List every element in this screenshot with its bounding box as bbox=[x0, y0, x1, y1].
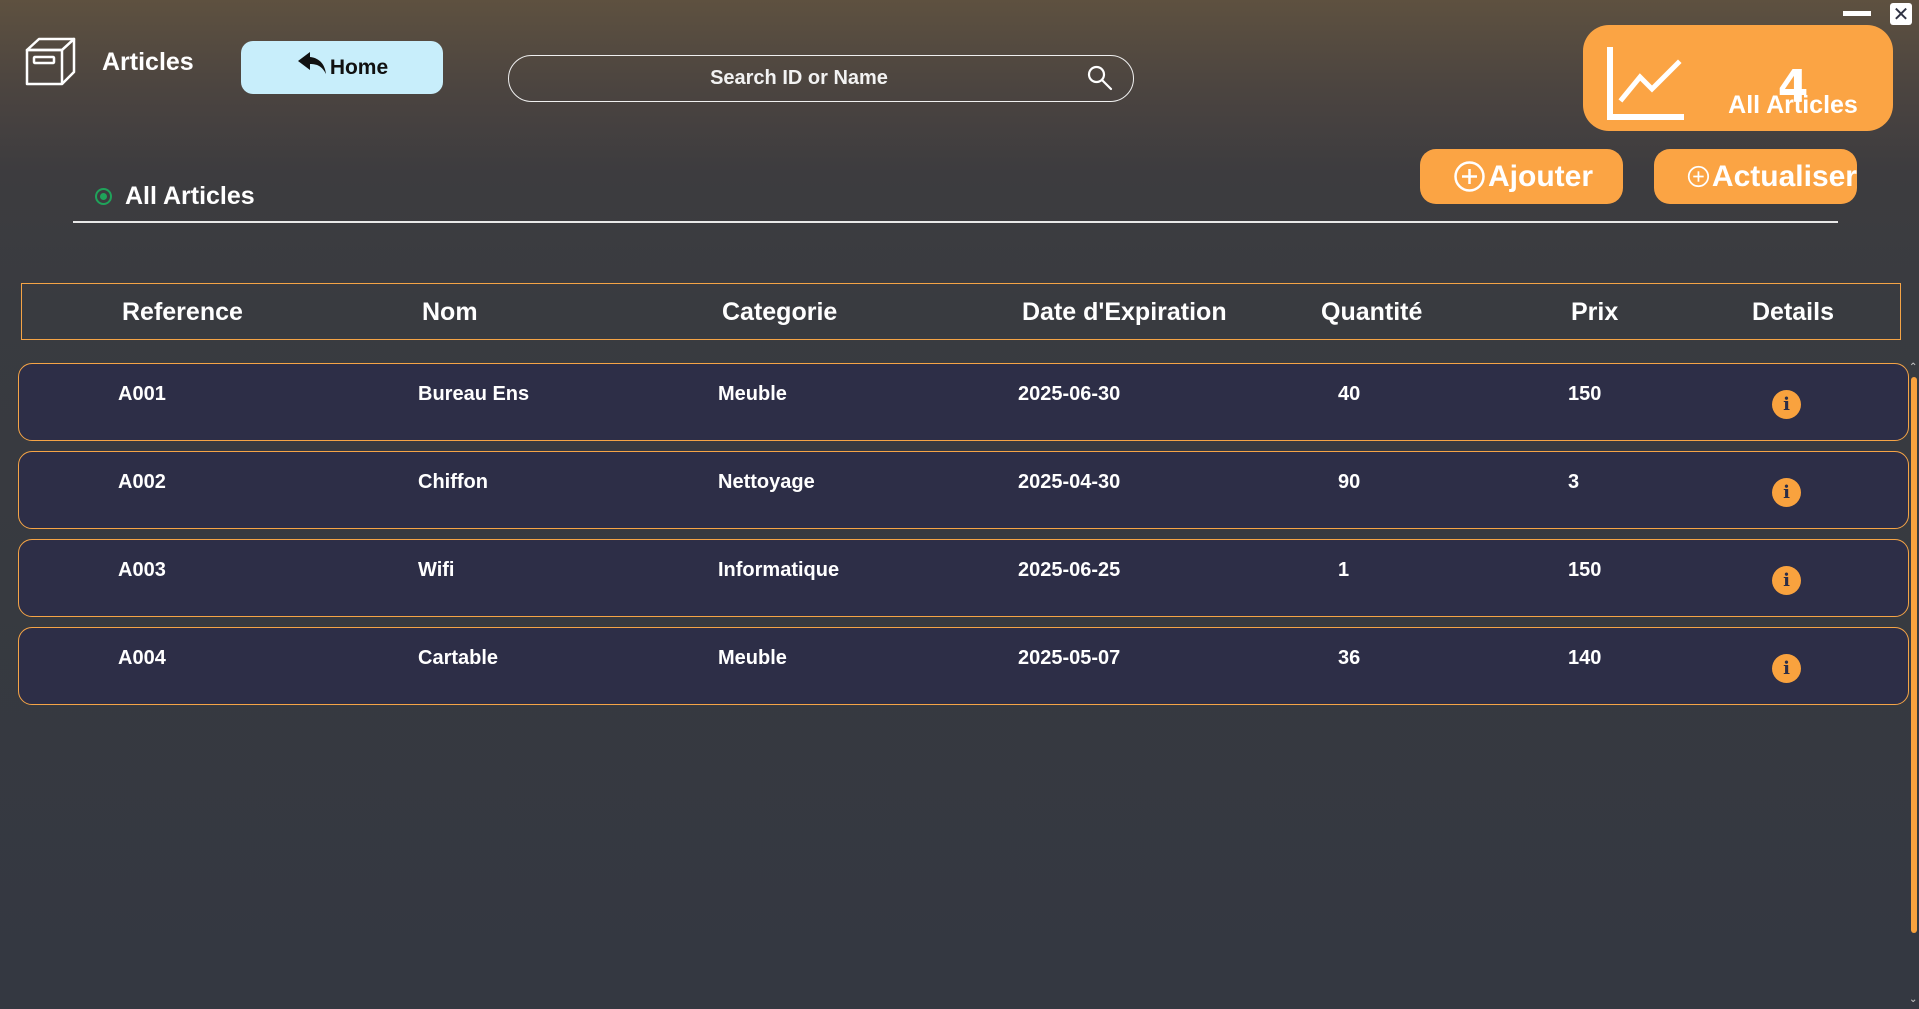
home-button[interactable]: Home bbox=[241, 41, 443, 94]
scrollbar[interactable]: ⌃ ⌄ bbox=[1909, 363, 1919, 1009]
cell-reference: A001 bbox=[118, 383, 166, 405]
cell-nom: Bureau Ens bbox=[418, 383, 530, 405]
cell-categorie: Informatique bbox=[718, 559, 840, 581]
cell-categorie: Meuble bbox=[718, 647, 787, 669]
table-row[interactable]: A004 Cartable Meuble 2025-05-07 36 140 i bbox=[18, 627, 1909, 705]
close-button[interactable]: ✕ bbox=[1890, 3, 1912, 25]
info-icon[interactable]: i bbox=[1772, 478, 1801, 507]
plus-circle-icon bbox=[1687, 165, 1710, 188]
cell-reference: A004 bbox=[118, 647, 166, 669]
cell-categorie: Meuble bbox=[718, 383, 787, 405]
table-row[interactable]: A001 Bureau Ens Meuble 2025-06-30 40 150… bbox=[18, 363, 1909, 441]
articles-count-label: All Articles bbox=[1728, 91, 1858, 119]
refresh-button[interactable]: Actualiser bbox=[1654, 149, 1857, 204]
cell-quantite: 40 bbox=[1338, 383, 1361, 405]
section-divider bbox=[73, 221, 1838, 223]
info-icon[interactable]: i bbox=[1772, 390, 1801, 419]
search-bar bbox=[508, 55, 1134, 102]
cell-date-expiration: 2025-06-30 bbox=[1018, 383, 1121, 405]
cell-prix: 140 bbox=[1568, 647, 1602, 669]
refresh-button-label: Actualiser bbox=[1711, 159, 1857, 193]
close-icon: ✕ bbox=[1892, 2, 1910, 26]
cell-nom: Chiffon bbox=[418, 471, 488, 493]
app-title: Articles bbox=[102, 48, 194, 76]
plus-circle-icon bbox=[1454, 161, 1485, 192]
column-header-prix: Prix bbox=[1571, 298, 1619, 326]
minimize-button[interactable] bbox=[1843, 11, 1871, 16]
column-header-nom: Nom bbox=[422, 298, 478, 326]
cell-quantite: 36 bbox=[1338, 647, 1361, 669]
cell-prix: 3 bbox=[1568, 471, 1580, 493]
column-header-categorie: Categorie bbox=[722, 298, 838, 326]
undo-arrow-icon bbox=[297, 51, 326, 74]
column-header-quantite: Quantité bbox=[1321, 298, 1423, 326]
table-header: Reference Nom Categorie Date d'Expiratio… bbox=[21, 283, 1901, 340]
cell-reference: A003 bbox=[118, 559, 166, 581]
scroll-down-icon[interactable]: ⌄ bbox=[1909, 995, 1919, 1005]
home-button-label: Home bbox=[329, 55, 389, 79]
info-icon[interactable]: i bbox=[1772, 566, 1801, 595]
line-chart-icon bbox=[1607, 47, 1684, 120]
cell-categorie: Nettoyage bbox=[718, 471, 815, 493]
cell-date-expiration: 2025-06-25 bbox=[1018, 559, 1121, 581]
cell-prix: 150 bbox=[1568, 383, 1602, 405]
cell-quantite: 90 bbox=[1338, 471, 1361, 493]
column-header-details: Details bbox=[1752, 298, 1834, 326]
cell-nom: Cartable bbox=[418, 647, 499, 669]
info-icon[interactable]: i bbox=[1772, 654, 1801, 683]
cell-quantite: 1 bbox=[1338, 559, 1350, 581]
search-icon[interactable] bbox=[1086, 64, 1114, 92]
cell-date-expiration: 2025-05-07 bbox=[1018, 647, 1121, 669]
column-header-date-expiration: Date d'Expiration bbox=[1022, 298, 1227, 326]
search-input[interactable] bbox=[529, 60, 1069, 97]
section-title: All Articles bbox=[125, 182, 255, 210]
column-header-reference: Reference bbox=[122, 298, 243, 326]
cell-prix: 150 bbox=[1568, 559, 1602, 581]
table-row[interactable]: A002 Chiffon Nettoyage 2025-04-30 90 3 i bbox=[18, 451, 1909, 529]
scrollbar-thumb[interactable] bbox=[1911, 377, 1917, 933]
table-row[interactable]: A003 Wifi Informatique 2025-06-25 1 150 … bbox=[18, 539, 1909, 617]
scroll-up-icon[interactable]: ⌃ bbox=[1909, 363, 1919, 373]
cell-reference: A002 bbox=[118, 471, 166, 493]
all-articles-stat-card: 4 All Articles bbox=[1583, 25, 1893, 131]
cell-date-expiration: 2025-04-30 bbox=[1018, 471, 1121, 493]
status-dot-icon bbox=[95, 188, 112, 205]
cell-nom: Wifi bbox=[418, 559, 455, 581]
add-button-label: Ajouter bbox=[1488, 159, 1593, 193]
add-button[interactable]: Ajouter bbox=[1420, 149, 1623, 204]
box-icon bbox=[25, 37, 76, 86]
